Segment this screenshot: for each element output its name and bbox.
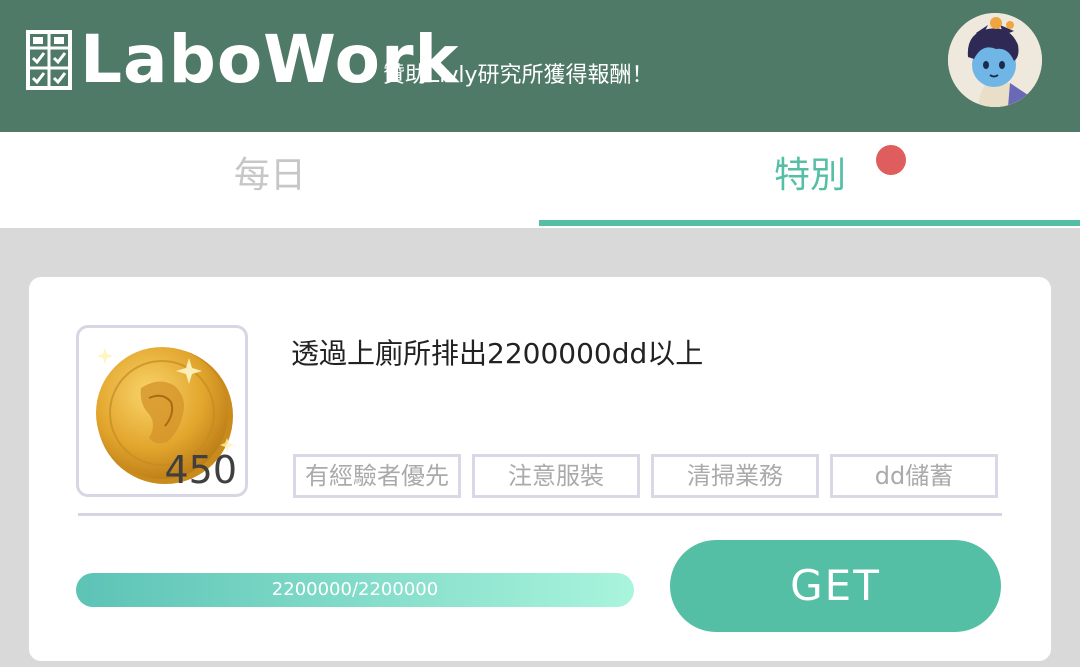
tag-attire-note: 注意服裝 <box>472 454 640 498</box>
tab-special[interactable]: 特別 <box>540 132 1080 228</box>
tag-experienced-preferred: 有經驗者優先 <box>293 454 461 498</box>
notification-dot <box>876 145 906 175</box>
app-header: LaboWork 贊助Livly研究所獲得報酬！ <box>0 0 1080 132</box>
get-button[interactable]: GET <box>670 540 1001 632</box>
checklist-icon <box>26 30 72 90</box>
reward-count: 450 <box>164 448 237 492</box>
progress-bar: 2200000/2200000 <box>76 573 634 607</box>
tag-dd-savings: dd儲蓄 <box>830 454 998 498</box>
progress-text: 2200000/2200000 <box>271 579 439 600</box>
task-tags: 有經驗者優先 注意服裝 清掃業務 dd儲蓄 <box>293 454 999 498</box>
divider <box>78 513 1002 516</box>
active-tab-indicator <box>539 220 1080 226</box>
tab-daily[interactable]: 每日 <box>0 132 540 228</box>
avatar-character-icon <box>948 13 1042 107</box>
tag-cleaning-work: 清掃業務 <box>651 454 819 498</box>
header-tagline: 贊助Livly研究所獲得報酬！ <box>383 63 654 88</box>
reward-item: 450 <box>76 325 248 497</box>
task-card: 450 透過上廁所排出2200000dd以上 有經驗者優先 注意服裝 清掃業務 … <box>29 277 1051 661</box>
avatar[interactable] <box>948 13 1042 107</box>
tab-bar: 每日 特別 <box>0 132 1080 228</box>
task-title: 透過上廁所排出2200000dd以上 <box>291 337 704 370</box>
